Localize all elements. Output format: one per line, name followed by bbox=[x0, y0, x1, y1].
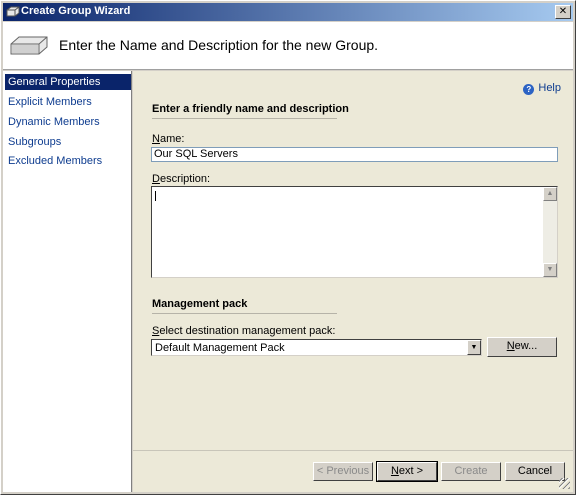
help-link[interactable]: ? Help bbox=[523, 82, 561, 95]
description-scrollbar[interactable]: ▲ ▼ bbox=[543, 187, 557, 277]
scroll-up-button[interactable]: ▲ bbox=[543, 187, 557, 201]
chevron-down-icon: ▼ bbox=[470, 344, 478, 351]
text-caret bbox=[155, 191, 156, 201]
management-pack-selected-value: Default Management Pack bbox=[155, 342, 285, 354]
previous-button[interactable]: < Previous bbox=[313, 462, 373, 481]
resize-grip-icon[interactable] bbox=[559, 478, 570, 489]
group-box-icon bbox=[10, 36, 48, 55]
content-panel: ? Help Enter a friendly name and descript… bbox=[133, 71, 573, 450]
wizard-header: Enter the Name and Description for the n… bbox=[3, 22, 573, 70]
name-label: Name: bbox=[152, 133, 184, 145]
management-pack-select[interactable]: Default Management Pack ▼ bbox=[151, 339, 482, 356]
scroll-up-icon: ▲ bbox=[546, 190, 554, 197]
nav-item-excluded-members[interactable]: Excluded Members bbox=[5, 153, 131, 169]
help-label: Help bbox=[538, 82, 561, 94]
section-title-management-pack: Management pack bbox=[152, 298, 248, 310]
window-title: Create Group Wizard bbox=[21, 5, 131, 17]
name-input[interactable]: Our SQL Servers bbox=[151, 147, 558, 162]
new-button-text: ew... bbox=[514, 340, 538, 352]
name-label-mnemonic: N bbox=[152, 133, 160, 145]
dropdown-button[interactable]: ▼ bbox=[467, 340, 481, 355]
close-button[interactable]: ✕ bbox=[555, 5, 571, 19]
wizard-footer: < Previous Next > Create Cancel bbox=[133, 450, 573, 492]
description-input[interactable]: ▲ ▼ bbox=[151, 186, 558, 278]
section-title-name-description: Enter a friendly name and description bbox=[152, 103, 349, 115]
nav-item-subgroups[interactable]: Subgroups bbox=[5, 134, 131, 150]
create-button[interactable]: Create bbox=[441, 462, 501, 481]
management-pack-label: Select destination management pack: bbox=[152, 325, 335, 337]
name-label-text: ame: bbox=[159, 133, 185, 145]
description-label: Description: bbox=[152, 173, 210, 185]
title-bar[interactable]: Create Group Wizard ✕ bbox=[3, 3, 573, 21]
new-button-mnemonic: N bbox=[506, 340, 515, 352]
new-management-pack-button[interactable]: New... bbox=[487, 337, 557, 357]
scroll-down-button[interactable]: ▼ bbox=[543, 263, 557, 277]
management-pack-label-text: elect destination management pack: bbox=[159, 325, 336, 337]
next-button-text: ext > bbox=[398, 465, 424, 477]
nav-item-dynamic-members[interactable]: Dynamic Members bbox=[5, 114, 131, 130]
nav-item-general-properties[interactable]: General Properties bbox=[5, 74, 131, 90]
wizard-nav: General Properties Explicit Members Dyna… bbox=[3, 71, 132, 492]
next-button[interactable]: Next > bbox=[376, 461, 438, 482]
section-divider bbox=[152, 313, 337, 314]
description-label-mnemonic: D bbox=[152, 173, 160, 185]
page-title: Enter the Name and Description for the n… bbox=[59, 37, 379, 53]
nav-item-explicit-members[interactable]: Explicit Members bbox=[5, 94, 131, 110]
scroll-down-icon: ▼ bbox=[546, 266, 554, 273]
wizard-app-icon bbox=[6, 6, 20, 17]
section-divider bbox=[152, 118, 337, 119]
description-label-text: escription: bbox=[159, 173, 211, 185]
next-button-mnemonic: N bbox=[390, 465, 399, 477]
close-icon: ✕ bbox=[558, 6, 568, 17]
help-icon: ? bbox=[523, 84, 535, 95]
create-group-wizard-window: Create Group Wizard ✕ Enter the Name and… bbox=[0, 0, 576, 495]
cancel-button[interactable]: Cancel bbox=[505, 462, 565, 481]
